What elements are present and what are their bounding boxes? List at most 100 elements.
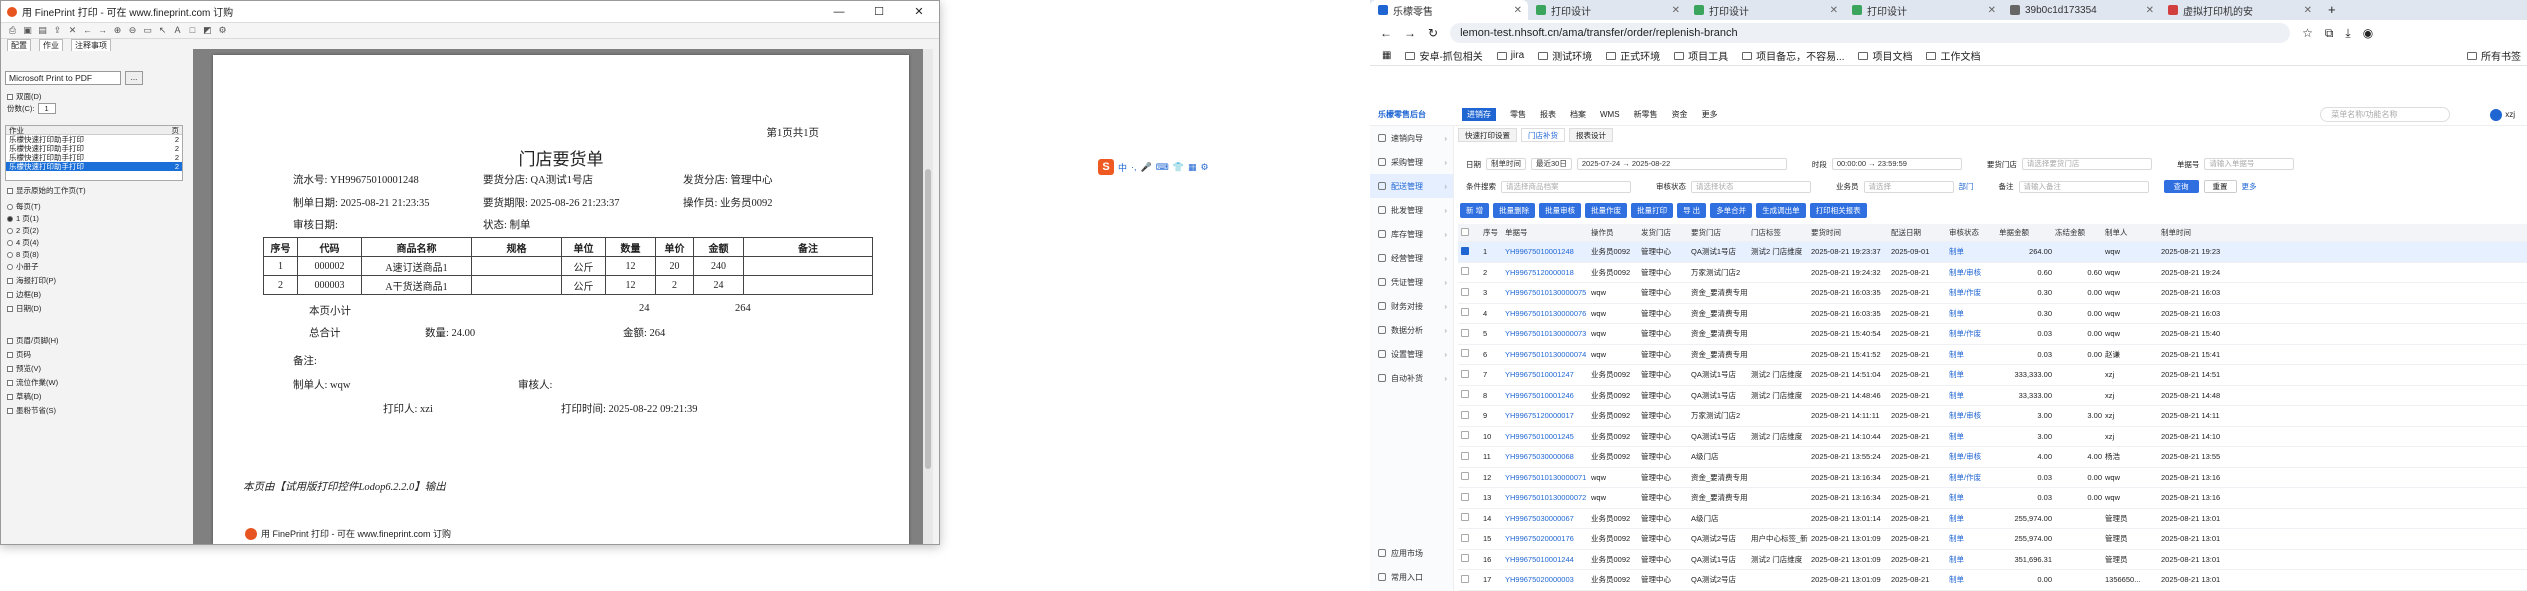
close-tab-icon[interactable]: ✕ [1988,5,1996,16]
order-no-link[interactable]: YH99675010001246 [1502,391,1588,400]
close-tab-icon[interactable]: ✕ [1672,5,1680,16]
close-tab-icon[interactable]: ✕ [1514,5,1522,16]
page-tab[interactable]: 报表设计 [1569,128,1613,142]
table-row[interactable]: 10 YH99675010001245 业务员0092 管理中心 QA测试1号店 测试2 … [1458,427,2527,447]
tab-jobs[interactable]: 作业 [39,39,63,51]
table-row[interactable]: 17 YH99675020000003 业务员0092 管理中心 QA测试2号店 2025… [1458,570,2527,591]
open-icon[interactable]: ▤ [37,25,48,36]
order-no-link[interactable]: YH99675010001247 [1502,370,1588,379]
browser-tab[interactable]: 39b0c1d173354 ✕ [2002,0,2160,20]
table-row[interactable]: 1 YH99675010001248 业务员0092 管理中心 QA测试1号店 测试2 门… [1458,242,2527,263]
generate-transfer-button[interactable]: 生成调出单 [1756,203,1806,218]
order-no-link[interactable]: YH99675120000018 [1502,268,1588,277]
browser-tab[interactable]: 打印设计 ✕ [1686,0,1844,20]
more-filters-link[interactable]: 更多 [2242,181,2257,192]
batch-audit-button[interactable]: 批量审核 [1539,203,1582,218]
text-tool-icon[interactable]: A [172,25,183,36]
column-header[interactable]: 制单时间 [2158,227,2232,238]
order-no-link[interactable]: YH99675030000068 [1502,452,1588,461]
row-checkbox[interactable] [1461,554,1469,563]
topnav-item[interactable]: 进销存 [1462,108,1496,121]
zoom-out-icon[interactable]: ⊖ [127,25,138,36]
browser-tab[interactable]: 乐檬零售 ✕ [1370,0,1528,20]
browser-tab[interactable]: 虚拟打印机的安 ✕ [2160,0,2318,20]
user-menu[interactable]: xzj [2490,108,2515,121]
remark-input[interactable]: 请输入备注 [2018,180,2149,193]
sidebar-item[interactable]: 设置管理 › [1370,342,1453,366]
row-checkbox[interactable] [1461,246,1469,255]
new-tab-button[interactable]: + [2318,0,2346,20]
topnav-item[interactable]: 资金 [1672,109,1688,120]
order-no-link[interactable]: YH99675010130000076 [1502,309,1588,318]
sidebar-item[interactable]: 自动补货 › [1370,366,1453,390]
pointer-icon[interactable]: ↖ [157,25,168,36]
table-row[interactable]: 5 YH99675010130000073 wqw 管理中心 资金_要清费专用... 20… [1458,324,2527,345]
order-no-link[interactable]: YH99675010130000072 [1502,493,1588,502]
table-row[interactable]: 2 YH99675120000018 业务员0092 管理中心 万家测试门店2 2025-… [1458,263,2527,283]
rect-tool-icon[interactable]: □ [187,25,198,36]
ime-settings-icon[interactable]: ⚙ [1200,162,1208,173]
radio-1-page[interactable]: 1 页(1) [7,213,39,224]
radio-4-page[interactable]: 4 页(4) [7,237,39,248]
fit-icon[interactable]: ▭ [142,25,153,36]
eraser-icon[interactable]: ◩ [202,25,213,36]
order-no-link[interactable]: YH99675030000067 [1502,514,1588,523]
star-icon[interactable]: ☆ [2302,26,2313,40]
topnav-item[interactable]: 报表 [1540,109,1556,120]
reset-button[interactable]: 重置 [2203,180,2237,193]
status-select[interactable]: 请选择状态 [1691,180,1811,193]
column-header[interactable]: 要货时间 [1808,227,1888,238]
topnav-item[interactable]: 零售 [1510,109,1526,120]
skin-icon[interactable]: 👕 [1173,162,1184,173]
sidebar-item[interactable]: 库存管理 › [1370,222,1453,246]
maximize-button[interactable]: ☐ [859,1,899,23]
checkbox-option[interactable]: 墨粉节省(S) [7,405,56,416]
column-header[interactable]: 单据金额 [1996,227,2052,238]
order-no-link[interactable]: YH99675010001244 [1502,555,1588,564]
row-checkbox[interactable] [1461,390,1469,399]
store-select[interactable]: 请选择要货门店 [2021,158,2152,170]
time-range-input[interactable]: 00:00:00 → 23:59:59 [1831,158,1962,170]
column-header[interactable]: 要货门店 [1688,227,1748,238]
row-checkbox[interactable] [1461,574,1469,583]
tab-notes[interactable]: 注释事项 [71,39,111,51]
order-no-link[interactable]: YH99675020000003 [1502,575,1588,584]
table-row[interactable]: 3 YH99675010130000075 wqw 管理中心 资金_要清费专用... 20… [1458,283,2527,304]
minimize-button[interactable]: — [819,1,859,23]
bookmark-folder[interactable]: 测试环境 [1538,48,1592,63]
row-checkbox[interactable] [1461,369,1469,378]
table-row[interactable]: 9 YH99675120000017 业务员0092 管理中心 万家测试门店2 2025-… [1458,406,2527,427]
row-checkbox[interactable] [1461,349,1469,358]
column-header[interactable]: 序号 [1480,227,1502,238]
export-button[interactable]: 导 出 [1677,203,1707,218]
goods-search-input[interactable]: 请选择商品档案 [1501,180,1631,193]
row-checkbox[interactable] [1461,328,1469,337]
checkbox-option[interactable]: 页眉/页脚(H) [7,335,59,346]
table-row[interactable]: 6 YH99675010130000074 wqw 管理中心 资金_要清费专用... 20… [1458,345,2527,365]
topnav-item[interactable]: 新零售 [1634,109,1658,120]
sidebar-item[interactable]: 采购管理 › [1370,150,1453,174]
radio-8-page[interactable]: 8 页(8) [7,249,39,260]
export-icon[interactable]: ⇪ [52,25,63,36]
column-header[interactable]: 操作员 [1588,227,1638,238]
checkbox-option[interactable]: 草稿(D) [7,391,41,402]
close-tab-icon[interactable]: ✕ [2304,5,2312,16]
close-button[interactable]: ✕ [899,1,939,23]
extensions-icon[interactable]: ⧉ [2325,26,2334,41]
order-no-link[interactable]: YH99675010130000075 [1502,288,1588,297]
job-item[interactable]: 乐檬快速打印助手打印 2 [6,153,182,162]
toolbox-icon[interactable]: ▦ [1188,162,1197,173]
forward-icon[interactable]: → [97,25,108,36]
column-header[interactable]: 门店标签 [1748,227,1808,238]
radio-booklet[interactable]: 小册子 [7,261,39,272]
sidebar-item[interactable]: 凭证管理 › [1370,270,1453,294]
sidebar-item[interactable]: 经营管理 › [1370,246,1453,270]
sidebar-item[interactable]: 财务对接 › [1370,294,1453,318]
batch-void-button[interactable]: 批量作废 [1585,203,1628,218]
batch-delete-button[interactable]: 批量删除 [1493,203,1536,218]
download-icon[interactable]: ⤓ [2345,26,2350,41]
table-row[interactable]: 15 YH99675020000176 业务员0092 管理中心 QA测试2号店 用户中心… [1458,529,2527,550]
back-icon[interactable]: ← [82,25,93,36]
row-checkbox[interactable] [1461,267,1469,276]
checkbox-option[interactable]: 页码 [7,349,31,360]
